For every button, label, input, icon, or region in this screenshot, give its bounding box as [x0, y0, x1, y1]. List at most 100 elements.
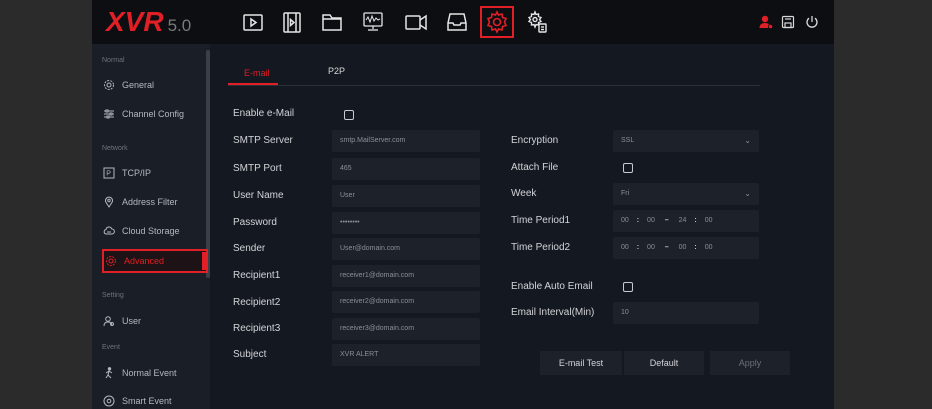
email-interval-label: Email Interval(Min): [511, 307, 595, 318]
sidebar-section-normal: Normal: [102, 57, 125, 64]
camera-icon[interactable]: [403, 9, 429, 35]
sidebar-item-advanced[interactable]: Advanced: [102, 249, 208, 273]
smtp-port-label: SMTP Port: [233, 163, 282, 174]
enable-auto-email-checkbox[interactable]: [623, 282, 633, 292]
week-value: Fri: [621, 190, 630, 197]
sidebar-item-user[interactable]: User: [92, 309, 210, 333]
enable-auto-email-label: Enable Auto Email: [511, 281, 593, 292]
sidebar-item-label: Channel Config: [122, 109, 185, 119]
user-name-input[interactable]: User: [332, 185, 480, 207]
tp2-start-minute[interactable]: 00: [647, 237, 655, 259]
sidebar-item-label: General: [122, 80, 155, 90]
sidebar-item-address-filter[interactable]: Address Filter: [92, 190, 210, 214]
smtp-port-input[interactable]: 465: [332, 158, 480, 180]
apply-button[interactable]: Apply: [710, 351, 790, 375]
tp2-end-minute[interactable]: 00: [705, 237, 713, 259]
attach-file-checkbox[interactable]: [623, 163, 633, 173]
storage-icon[interactable]: [444, 9, 470, 35]
tp2-end-hour[interactable]: 00: [679, 237, 687, 259]
sidebar-item-normal-event[interactable]: Normal Event: [92, 361, 210, 385]
time-period2-input[interactable]: 00 : 00 – 00 : 00: [613, 237, 759, 259]
sidebar-item-label: Cloud Storage: [122, 226, 180, 236]
week-select[interactable]: Fri ⌄: [613, 183, 759, 205]
email-test-button[interactable]: E-mail Test: [540, 351, 622, 375]
recipient3-label: Recipient3: [233, 323, 281, 334]
encryption-select[interactable]: SSL ⌄: [613, 130, 759, 152]
attach-file-label: Attach File: [511, 162, 559, 173]
time-dash: –: [664, 244, 669, 251]
advanced-gear-icon: [104, 254, 118, 268]
tp1-end-minute[interactable]: 00: [705, 210, 713, 232]
enable-email-checkbox[interactable]: [344, 110, 354, 120]
time-colon: :: [694, 244, 697, 251]
time-colon: :: [694, 217, 697, 224]
user-icon: [102, 314, 116, 328]
recipient2-input[interactable]: receiver2@domain.com: [332, 291, 480, 313]
subject-label: Subject: [233, 349, 267, 360]
sender-input[interactable]: User@domain.com: [332, 238, 480, 260]
location-pin-icon: [102, 195, 116, 209]
sidebar-item-label: User: [122, 316, 142, 326]
recipient1-input[interactable]: receiver1@domain.com: [332, 265, 480, 287]
chevron-down-icon: ⌄: [744, 189, 751, 198]
smtp-server-input[interactable]: smtp.MailServer.com: [332, 130, 480, 152]
tp2-start-hour[interactable]: 00: [621, 237, 629, 259]
tp1-start-minute[interactable]: 00: [647, 210, 655, 232]
running-person-icon: [102, 366, 116, 380]
sliders-icon: [102, 107, 116, 121]
time-dash: –: [664, 217, 669, 224]
power-icon[interactable]: [804, 14, 820, 30]
time-period2-label: Time Period2: [511, 242, 571, 253]
sidebar-item-label: Advanced: [124, 256, 165, 266]
time-colon: :: [636, 244, 640, 251]
app-window: XVR 5.0 Normal General Channel Config Ne…: [92, 0, 834, 409]
encryption-value: SSL: [621, 137, 635, 144]
recipient1-label: Recipient1: [233, 270, 281, 281]
svg-text:P: P: [106, 171, 111, 178]
enable-email-label: Enable e-Mail: [233, 108, 295, 119]
tab-email[interactable]: E-mail: [244, 68, 270, 78]
tp1-end-hour[interactable]: 24: [679, 210, 687, 232]
settings-gear-icon[interactable]: [480, 6, 514, 38]
recipient2-label: Recipient2: [233, 297, 281, 308]
video-file-icon[interactable]: [279, 9, 305, 35]
sidebar-item-channel-config[interactable]: Channel Config: [92, 102, 210, 126]
tab-p2p[interactable]: P2P: [328, 66, 345, 76]
default-button[interactable]: Default: [624, 351, 704, 375]
subject-input[interactable]: XVR ALERT: [332, 344, 480, 366]
sidebar-item-label: Smart Event: [122, 396, 172, 406]
sidebar-item-tcpip[interactable]: P TCP/IP: [92, 161, 210, 185]
user-name-label: User Name: [233, 190, 284, 201]
sidebar-item-general[interactable]: General: [92, 73, 210, 97]
logo-text: XVR: [106, 6, 164, 37]
active-indicator-bar: [202, 252, 206, 270]
save-disk-icon[interactable]: [780, 14, 796, 30]
logo-version: 5.0: [167, 16, 192, 35]
smart-event-icon: [102, 394, 116, 408]
sidebar-item-label: Address Filter: [122, 197, 178, 207]
gear-icon: [102, 78, 116, 92]
password-input[interactable]: ••••••••: [332, 212, 480, 234]
tab-divider: [228, 85, 760, 86]
email-interval-input[interactable]: 10: [613, 302, 759, 324]
sidebar-section-setting: Setting: [102, 292, 124, 299]
folder-icon[interactable]: [319, 9, 345, 35]
sidebar-item-label: TCP/IP: [122, 168, 152, 178]
chevron-down-icon: ⌄: [744, 136, 751, 145]
time-colon: :: [636, 217, 640, 224]
sidebar-section-network: Network: [102, 145, 128, 152]
monitor-icon[interactable]: [360, 9, 386, 35]
tp1-start-hour[interactable]: 00: [621, 210, 629, 232]
cloud-icon: [102, 224, 116, 238]
time-period1-input[interactable]: 00 : 00 – 24 : 00: [613, 210, 759, 232]
alarm-user-icon[interactable]: [758, 14, 774, 30]
week-label: Week: [511, 188, 537, 199]
recipient3-input[interactable]: receiver3@domain.com: [332, 318, 480, 340]
sidebar-item-smart-event[interactable]: Smart Event: [92, 389, 210, 409]
sidebar-item-cloud-storage[interactable]: Cloud Storage: [92, 219, 210, 243]
playback-icon[interactable]: [240, 9, 266, 35]
smtp-server-label: SMTP Server: [233, 135, 293, 146]
network-port-icon: P: [102, 166, 116, 180]
time-period1-label: Time Period1: [511, 215, 571, 226]
system-settings-icon[interactable]: [524, 9, 550, 35]
